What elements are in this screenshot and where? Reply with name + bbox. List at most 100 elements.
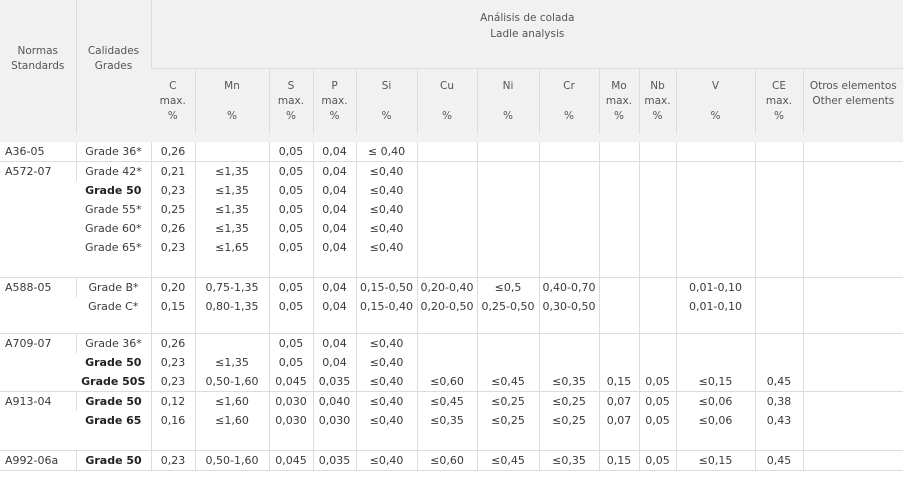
value-cell-nb: 0,05 [638, 391, 676, 411]
value-cell-c: 0,26 [150, 333, 195, 353]
value-cell-v: 0,01-0,10 [675, 296, 755, 316]
column-header-line: % [442, 109, 452, 122]
value-cell-ni: ≤0,25 [476, 391, 539, 411]
value-cell-other [802, 450, 904, 471]
value-cell-v [675, 161, 755, 181]
value-cell-ni: ≤0,5 [476, 277, 539, 297]
value-cell-ni [476, 353, 539, 372]
value-cell-ce [754, 296, 803, 316]
spacer-cell [150, 315, 195, 334]
table-row: Grade 65* 0,23 ≤1,65 0,05 0,04 ≤0,40 [0, 238, 904, 257]
column-header-line: S [287, 79, 295, 92]
value-cell-si: ≤0,40 [355, 219, 417, 238]
value-cell-ni [476, 142, 539, 162]
spacer-cell [476, 315, 539, 334]
spacer-cell [312, 430, 356, 451]
spacer-cell [416, 315, 477, 334]
standard-cell: A36-05 [0, 142, 76, 162]
value-cell-other [802, 142, 904, 162]
value-cell-ce: 0,43 [754, 411, 803, 430]
column-header-mn: Mn% [194, 67, 269, 134]
value-cell-nb [638, 200, 676, 219]
value-cell-cu [416, 181, 477, 200]
spacer-cell [194, 430, 269, 451]
column-header-line: max. [765, 94, 793, 107]
column-header-line: % [652, 109, 663, 122]
value-cell-mn: ≤1,35 [194, 219, 269, 238]
value-cell-other [802, 200, 904, 219]
value-cell-mn: ≤1,35 [194, 353, 269, 372]
spacer-cell [598, 315, 639, 334]
value-cell-c: 0,20 [150, 277, 195, 297]
value-cell-mo: 0,07 [598, 411, 639, 430]
value-cell-mn: ≤1,35 [194, 181, 269, 200]
value-cell-mn: 0,80-1,35 [194, 296, 269, 316]
column-header-line: P [331, 79, 338, 92]
spacer-cell [638, 257, 676, 278]
column-header-line [418, 94, 477, 109]
spacer-cell [268, 430, 313, 451]
value-cell-c: 0,23 [150, 372, 195, 392]
spacer-cell [598, 257, 639, 278]
value-cell-p: 0,04 [312, 142, 356, 162]
value-cell-si: ≤0,40 [355, 450, 417, 471]
spacer-cell [675, 257, 755, 278]
value-cell-mo [598, 296, 639, 316]
spacer-cell [754, 257, 803, 278]
value-cell-c: 0,15 [150, 296, 195, 316]
value-cell-nb [638, 296, 676, 316]
spacer-cell [355, 430, 417, 451]
ladle-analysis-header-line: Análisis de colada [480, 12, 575, 24]
value-cell-ce [754, 200, 803, 219]
table-row: Grade 50 0,23 ≤1,35 0,05 0,04 ≤0,40 [0, 181, 904, 200]
standard-cell: A992-06a [0, 450, 76, 471]
spacer-cell [476, 257, 539, 278]
header-gap-cell [0, 134, 904, 142]
table-row: Grade C* 0,15 0,80-1,35 0,05 0,04 0,15-0,40 0,… [0, 296, 904, 316]
spacer-cell [416, 257, 477, 278]
table-row: A709-07 Grade 36* 0,26 0,05 0,04 ≤0,40 [0, 333, 904, 392]
value-cell-other [802, 411, 904, 430]
value-cell-ni: 0,25-0,50 [476, 296, 539, 316]
value-cell-ni: ≤0,45 [476, 372, 539, 392]
column-header-line [677, 94, 755, 109]
spacer-cell [675, 430, 755, 451]
value-cell-v [675, 181, 755, 200]
spacer-cell [355, 315, 417, 334]
grade-cell: Grade 65 [76, 411, 151, 430]
value-cell-v [675, 333, 755, 353]
column-header-line: % [774, 109, 784, 122]
grades-header-line: Grades [94, 60, 133, 72]
column-header-line: % [286, 109, 296, 122]
column-header-line: max. [605, 94, 633, 107]
value-cell-cu: ≤0,60 [416, 450, 477, 471]
grade-chemistry-sheet: Normas Standards Calidades Grades Análisis d… [0, 0, 904, 488]
value-cell-other [802, 219, 904, 238]
grade-cell: Grade 65* [76, 238, 151, 257]
column-header-line: C [169, 79, 177, 92]
value-cell-cr [538, 333, 599, 353]
value-cell-other [802, 333, 904, 353]
value-cell-ni [476, 200, 539, 219]
value-cell-other [802, 277, 904, 297]
value-cell-other [802, 161, 904, 181]
table-row: Grade 55* 0,25 ≤1,35 0,05 0,04 ≤0,40 [0, 200, 904, 219]
value-cell-cu [416, 200, 477, 219]
table-row: Grade 50S 0,23 0,50-1,60 0,045 0,035 ≤0,40 ≤0,… [0, 372, 904, 392]
standards-header: Normas Standards [0, 0, 76, 134]
column-header-si: Si% [355, 67, 417, 134]
value-cell-nb [638, 277, 676, 297]
standard-cell: A588-05 [0, 277, 76, 334]
value-cell-nb [638, 219, 676, 238]
value-cell-mo [598, 200, 639, 219]
value-cell-s: 0,05 [268, 296, 313, 316]
column-header-line: max. [321, 94, 348, 107]
column-header-line: % [381, 109, 392, 122]
value-cell-v: ≤0,15 [675, 450, 755, 471]
value-cell-p: 0,035 [312, 372, 356, 392]
value-cell-mo [598, 181, 639, 200]
column-header-line: Otros elementos [809, 79, 897, 92]
value-cell-mn [194, 142, 269, 162]
column-header-line: % [167, 109, 178, 122]
grade-cell: Grade B* [75, 277, 151, 297]
